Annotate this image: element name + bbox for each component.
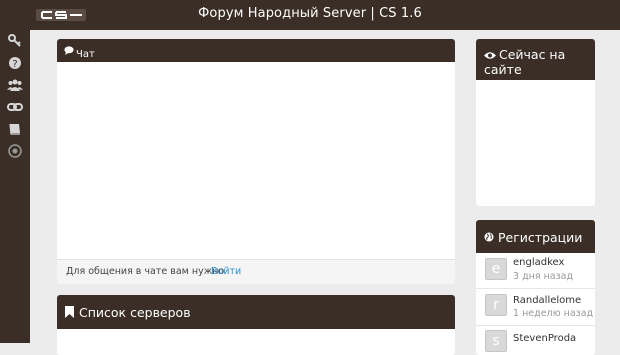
chat-footer: Для общения в чате вам нужно Войти bbox=[57, 259, 455, 284]
top-bar: Форум Народный Server | CS 1.6 bbox=[0, 0, 620, 30]
user-name[interactable]: StevenProda bbox=[513, 333, 576, 344]
comment-icon bbox=[64, 46, 74, 55]
user-name[interactable]: Randallelome bbox=[513, 295, 581, 306]
servers-title: Список серверов bbox=[79, 305, 191, 320]
chat-panel: Чат Для общения в чате вам нужно Войти bbox=[57, 39, 455, 284]
login-link[interactable]: Войти bbox=[211, 266, 241, 277]
registrations-header: Регистрации bbox=[476, 220, 595, 253]
left-sidebar: ? bbox=[0, 30, 30, 343]
page-title: Форум Народный Server | CS 1.6 bbox=[198, 6, 422, 21]
servers-header: Список серверов bbox=[57, 295, 455, 329]
avatar[interactable]: s bbox=[485, 330, 507, 352]
help-icon[interactable]: ? bbox=[7, 55, 23, 71]
eye-icon bbox=[484, 52, 496, 59]
user-name[interactable]: engladkex bbox=[513, 257, 564, 268]
globe-icon bbox=[484, 232, 494, 242]
online-header: Сейчас на сайте bbox=[476, 39, 595, 80]
bookmark-icon bbox=[65, 306, 74, 318]
key-icon[interactable] bbox=[7, 33, 23, 49]
registrations-panel: Регистрации e engladkex 3 дня назад r Ra… bbox=[476, 220, 595, 355]
online-panel: Сейчас на сайте bbox=[476, 39, 595, 206]
online-title-line1: Сейчас на bbox=[499, 47, 566, 62]
divider bbox=[476, 288, 595, 289]
registrations-title: Регистрации bbox=[498, 230, 583, 245]
book-icon[interactable] bbox=[7, 121, 23, 137]
svg-text:?: ? bbox=[12, 59, 17, 70]
avatar[interactable]: e bbox=[485, 258, 507, 280]
divider bbox=[476, 325, 595, 326]
chat-messages-area bbox=[57, 62, 455, 260]
online-title-line2: сайте bbox=[484, 62, 522, 77]
servers-panel: Список серверов bbox=[57, 295, 455, 355]
user-registered-date: 1 неделю назад bbox=[513, 308, 594, 319]
chat-login-prompt: Для общения в чате вам нужно bbox=[66, 266, 225, 277]
link-icon[interactable] bbox=[7, 99, 23, 115]
chat-title: Чат bbox=[76, 49, 95, 60]
avatar[interactable]: r bbox=[485, 294, 507, 316]
chat-header: Чат bbox=[57, 39, 455, 62]
users-icon[interactable] bbox=[7, 77, 23, 93]
circle-icon[interactable] bbox=[7, 143, 23, 159]
user-registered-date: 3 дня назад bbox=[513, 271, 574, 282]
